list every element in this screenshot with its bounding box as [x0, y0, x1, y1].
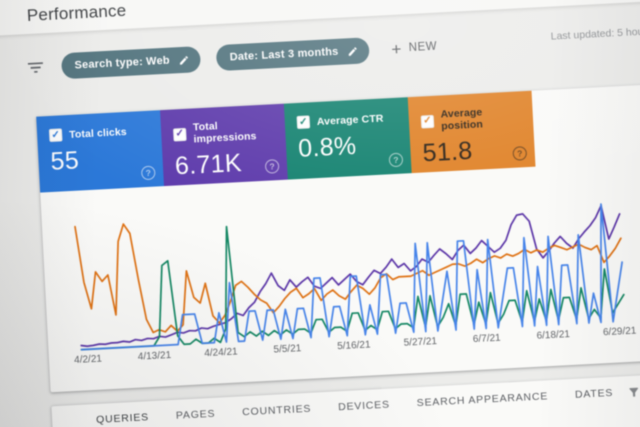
- app-header: Performance: [0, 0, 640, 37]
- search-type-chip[interactable]: Search type: Web: [60, 46, 202, 80]
- tab-countries[interactable]: COUNTRIES: [242, 403, 312, 427]
- tab-pages[interactable]: PAGES: [176, 408, 217, 427]
- tab-search-appearance[interactable]: SEARCH APPEARANCE: [416, 390, 548, 420]
- checkbox-checked-icon[interactable]: ✓: [172, 127, 187, 142]
- plus-icon: +: [390, 38, 403, 59]
- tab-queries[interactable]: QUERIES: [96, 411, 150, 427]
- date-range-chip-label: Date: Last 3 months: [229, 45, 339, 64]
- performance-chart-card: ✓ Total clicks 55 ? ✓ Total impressions …: [36, 79, 640, 393]
- metric-card-total-impressions[interactable]: ✓ Total impressions 6.71K ?: [160, 103, 288, 187]
- tab-dates[interactable]: DATES: [575, 387, 614, 412]
- metric-card-total-clicks[interactable]: ✓ Total clicks 55 ?: [36, 110, 165, 193]
- metric-value: 0.8%: [297, 131, 358, 164]
- metric-value: 51.8: [421, 136, 474, 168]
- filter-list-icon[interactable]: [25, 57, 46, 78]
- tab-devices[interactable]: DEVICES: [338, 399, 391, 425]
- date-range-chip[interactable]: Date: Last 3 months: [216, 37, 371, 72]
- x-axis-label: 5/5/21: [273, 343, 302, 356]
- checkbox-checked-icon[interactable]: ✓: [420, 114, 435, 129]
- search-console-app: Performance Search type: Web Date: Last …: [0, 0, 640, 427]
- table-filter-icon[interactable]: [627, 385, 640, 404]
- x-axis-label: 6/18/21: [536, 329, 571, 342]
- chart-line-clicks: [80, 203, 623, 351]
- metric-label: Average CTR: [316, 112, 384, 128]
- last-updated-text: Last updated: 5 hour: [550, 25, 640, 43]
- metric-value: 6.71K: [174, 149, 243, 181]
- x-axis-label: 4/13/21: [137, 349, 172, 363]
- help-icon[interactable]: ?: [388, 152, 404, 168]
- help-icon[interactable]: ?: [140, 165, 156, 181]
- filter-bar: Search type: Web Date: Last 3 months + N…: [25, 34, 438, 82]
- new-filter-label: NEW: [408, 40, 438, 55]
- new-filter-button[interactable]: + NEW: [390, 38, 438, 59]
- checkbox-checked-icon[interactable]: ✓: [296, 115, 311, 130]
- metric-label: Total clicks: [68, 125, 128, 141]
- x-axis-label: 5/27/21: [403, 336, 438, 349]
- x-axis-label: 4/24/21: [203, 346, 238, 360]
- x-axis-label: 4/2/21: [73, 353, 103, 367]
- chart-line-position: [74, 223, 622, 334]
- x-axis-label: 6/29/21: [602, 325, 637, 339]
- metric-card-average-position[interactable]: ✓ Average position 51.8 ?: [407, 90, 536, 174]
- search-type-chip-label: Search type: Web: [74, 54, 171, 72]
- edit-icon: [178, 54, 190, 66]
- metric-value: 55: [49, 146, 80, 176]
- x-axis-label: 6/7/21: [472, 332, 501, 346]
- metric-label: Total impressions: [192, 120, 257, 146]
- page-title: Performance: [26, 0, 127, 26]
- checkbox-checked-icon[interactable]: ✓: [48, 128, 63, 143]
- metric-card-average-ctr[interactable]: ✓ Average CTR 0.8% ?: [283, 97, 412, 180]
- x-axis-label: 5/16/21: [336, 339, 371, 353]
- screenshot-frame: Performance Search type: Web Date: Last …: [0, 0, 640, 427]
- edit-icon: [347, 45, 359, 57]
- metric-label: Average position: [440, 106, 484, 133]
